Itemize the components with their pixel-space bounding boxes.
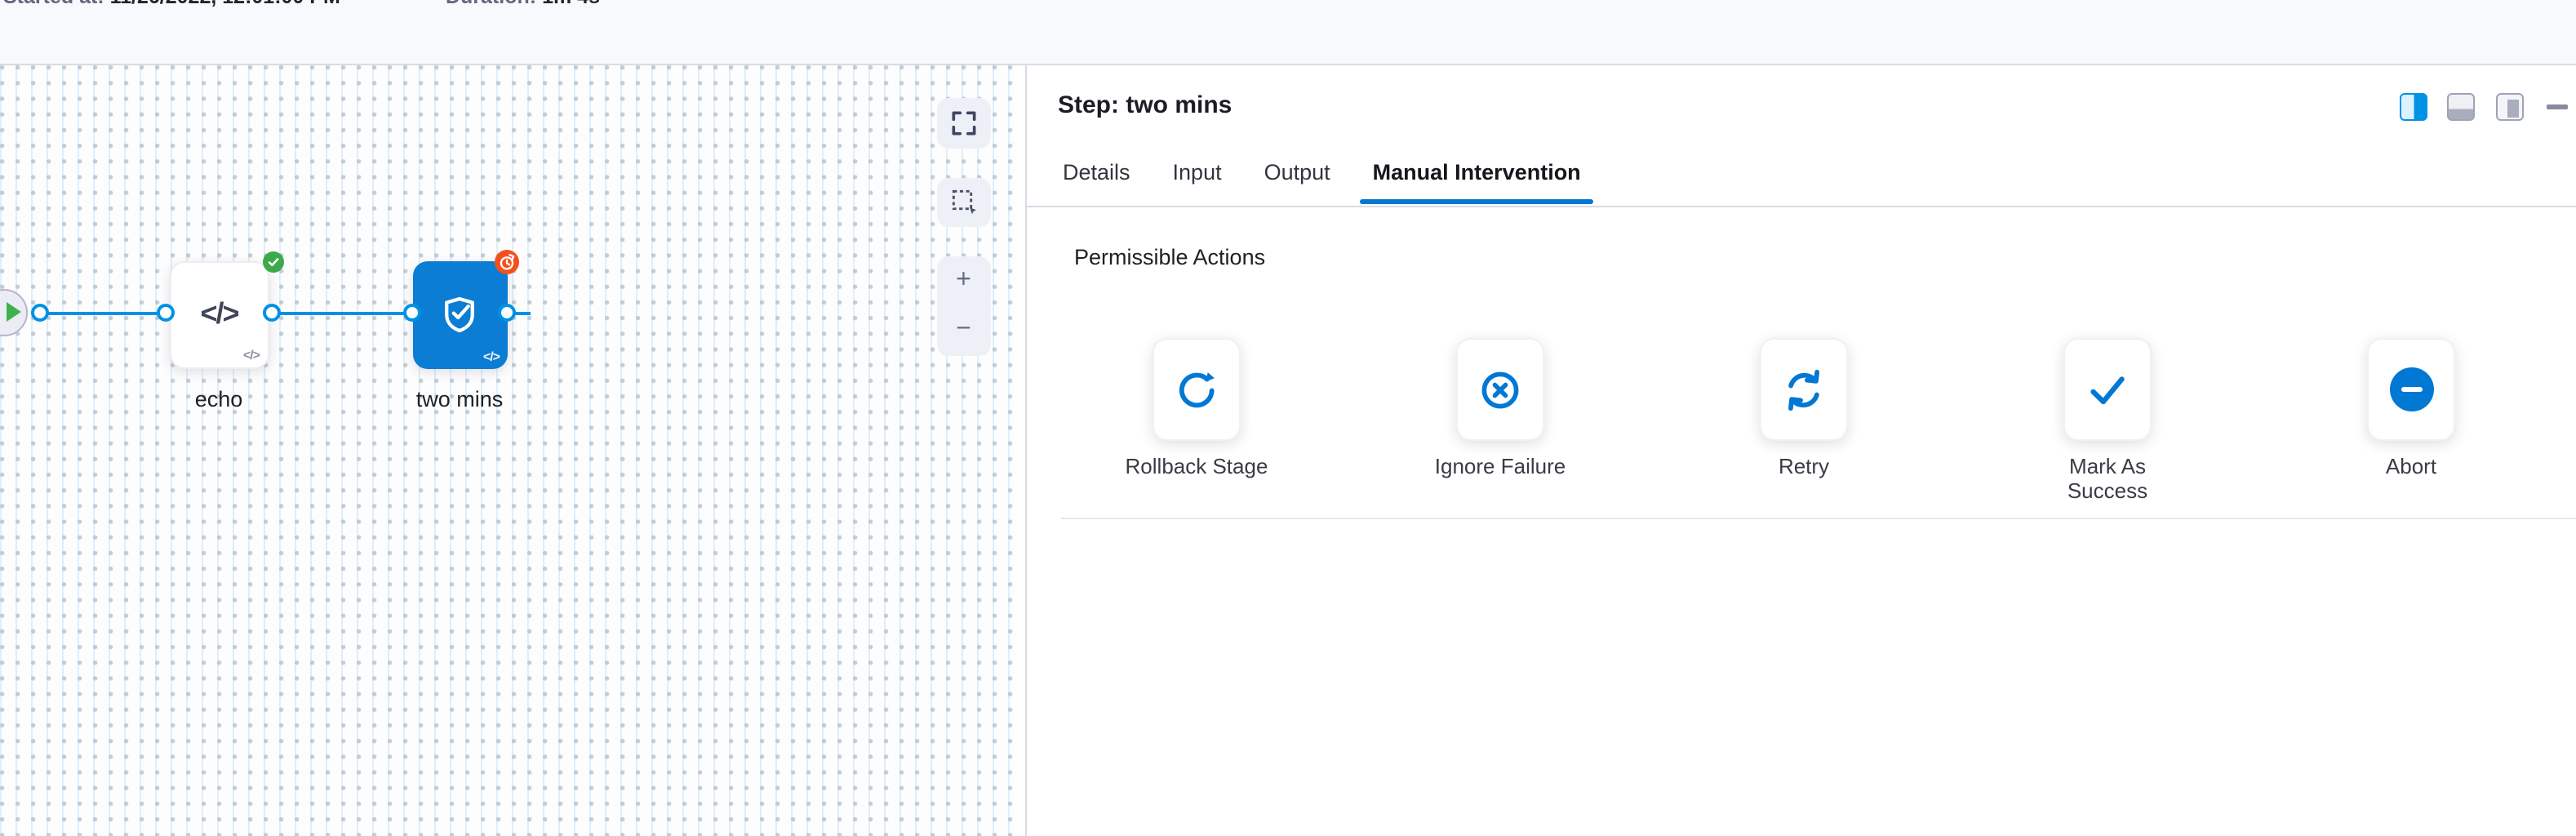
layout-right-panel-icon[interactable] (2400, 93, 2427, 121)
permissible-actions-heading: Permissible Actions (1074, 245, 1265, 269)
port-echo-in (157, 304, 175, 322)
action-rollback-stage: Rollback Stage (1153, 338, 1241, 503)
action-label: Ignore Failure (1425, 454, 1575, 478)
tab-manual-intervention[interactable]: Manual Intervention (1373, 160, 1581, 204)
drawer-inner-rect (2507, 99, 2519, 117)
rollback-stage-button[interactable] (1153, 338, 1241, 441)
step-node-two-mins[interactable]: </> (412, 260, 508, 368)
action-label: Mark As Success (2032, 454, 2183, 503)
duration: Duration: 1m 4s (446, 0, 600, 8)
layout-bottom-panel-icon[interactable] (2447, 93, 2475, 121)
edge-echo-twomins (271, 311, 412, 314)
minus-circle-icon (2389, 367, 2433, 411)
retry-button[interactable] (1760, 338, 1848, 441)
pipeline-canvas[interactable]: </> </> </> echo two mins (0, 65, 1015, 836)
ignore-failure-button[interactable] (1456, 338, 1544, 441)
mark-as-success-button[interactable] (2063, 338, 2152, 441)
sync-icon (1781, 367, 1827, 412)
permissible-actions-row: Rollback Stage Ignore Failure (1027, 338, 2576, 503)
started-at-label: Started at: (3, 0, 104, 8)
panel-tabs: Details Input Output Manual Intervention (1063, 160, 1581, 204)
fit-to-screen-button[interactable] (937, 98, 990, 149)
circle-x-icon (1477, 367, 1523, 412)
zoom-control: + − (937, 256, 990, 355)
shield-check-icon (438, 292, 482, 336)
script-type-icon: </> (483, 349, 500, 363)
canvas-panel-gutter (1015, 65, 1025, 836)
action-retry: Retry (1760, 338, 1848, 503)
action-ignore-failure: Ignore Failure (1456, 338, 1544, 503)
tabs-divider (1027, 206, 2576, 207)
port-echo-out (262, 304, 280, 322)
code-icon: </> (200, 297, 238, 331)
execution-meta-bar: Started at: 11/26/2022, 12:01:00 PM Dura… (0, 0, 2576, 65)
node-label-two-mins: two mins (394, 387, 525, 411)
zoom-out-button[interactable]: − (956, 318, 971, 344)
success-check-badge-icon (262, 251, 283, 272)
layout-drawer-panel-icon[interactable] (2496, 93, 2524, 121)
script-type-icon: </> (243, 347, 260, 362)
tab-details[interactable]: Details (1063, 160, 1130, 204)
action-label: Retry (1729, 454, 1879, 478)
marquee-select-button[interactable] (937, 177, 990, 226)
rollback-icon (1174, 367, 1219, 412)
started-at: Started at: 11/26/2022, 12:01:00 PM (3, 0, 340, 8)
abort-button[interactable] (2367, 338, 2455, 441)
port-twomins-out (498, 304, 516, 322)
duration-value: 1m 4s (542, 0, 600, 8)
tab-input[interactable]: Input (1173, 160, 1222, 204)
edge-start-echo (39, 311, 167, 314)
pipeline-execution-view: Started at: 11/26/2022, 12:01:00 PM Dura… (0, 0, 2576, 836)
step-details-panel: Step: two mins Details Input Output Manu… (1027, 65, 2576, 836)
node-label-echo: echo (153, 387, 284, 411)
waiting-timer-badge-icon (494, 249, 518, 273)
action-label: Rollback Stage (1121, 454, 1272, 478)
action-label: Abort (2336, 454, 2486, 478)
port-twomins-in (403, 304, 421, 322)
minus-bar (2401, 387, 2422, 392)
check-icon (2085, 367, 2130, 412)
port-start-out (30, 304, 48, 322)
step-node-echo[interactable]: </> </> (169, 260, 269, 368)
tab-output[interactable]: Output (1264, 160, 1330, 204)
duration-label: Duration: (446, 0, 536, 8)
action-mark-as-success: Mark As Success (2063, 338, 2152, 503)
marquee-select-icon (948, 186, 979, 217)
page-title: Step: two mins (1058, 91, 1232, 119)
fit-view-icon (948, 108, 979, 139)
action-abort: Abort (2367, 338, 2455, 503)
minimize-panel-icon[interactable] (2547, 104, 2568, 109)
started-at-value: 11/26/2022, 12:01:00 PM (110, 0, 340, 8)
actions-divider (1061, 518, 2576, 519)
zoom-in-button[interactable]: + (956, 268, 971, 294)
play-icon (7, 302, 21, 322)
